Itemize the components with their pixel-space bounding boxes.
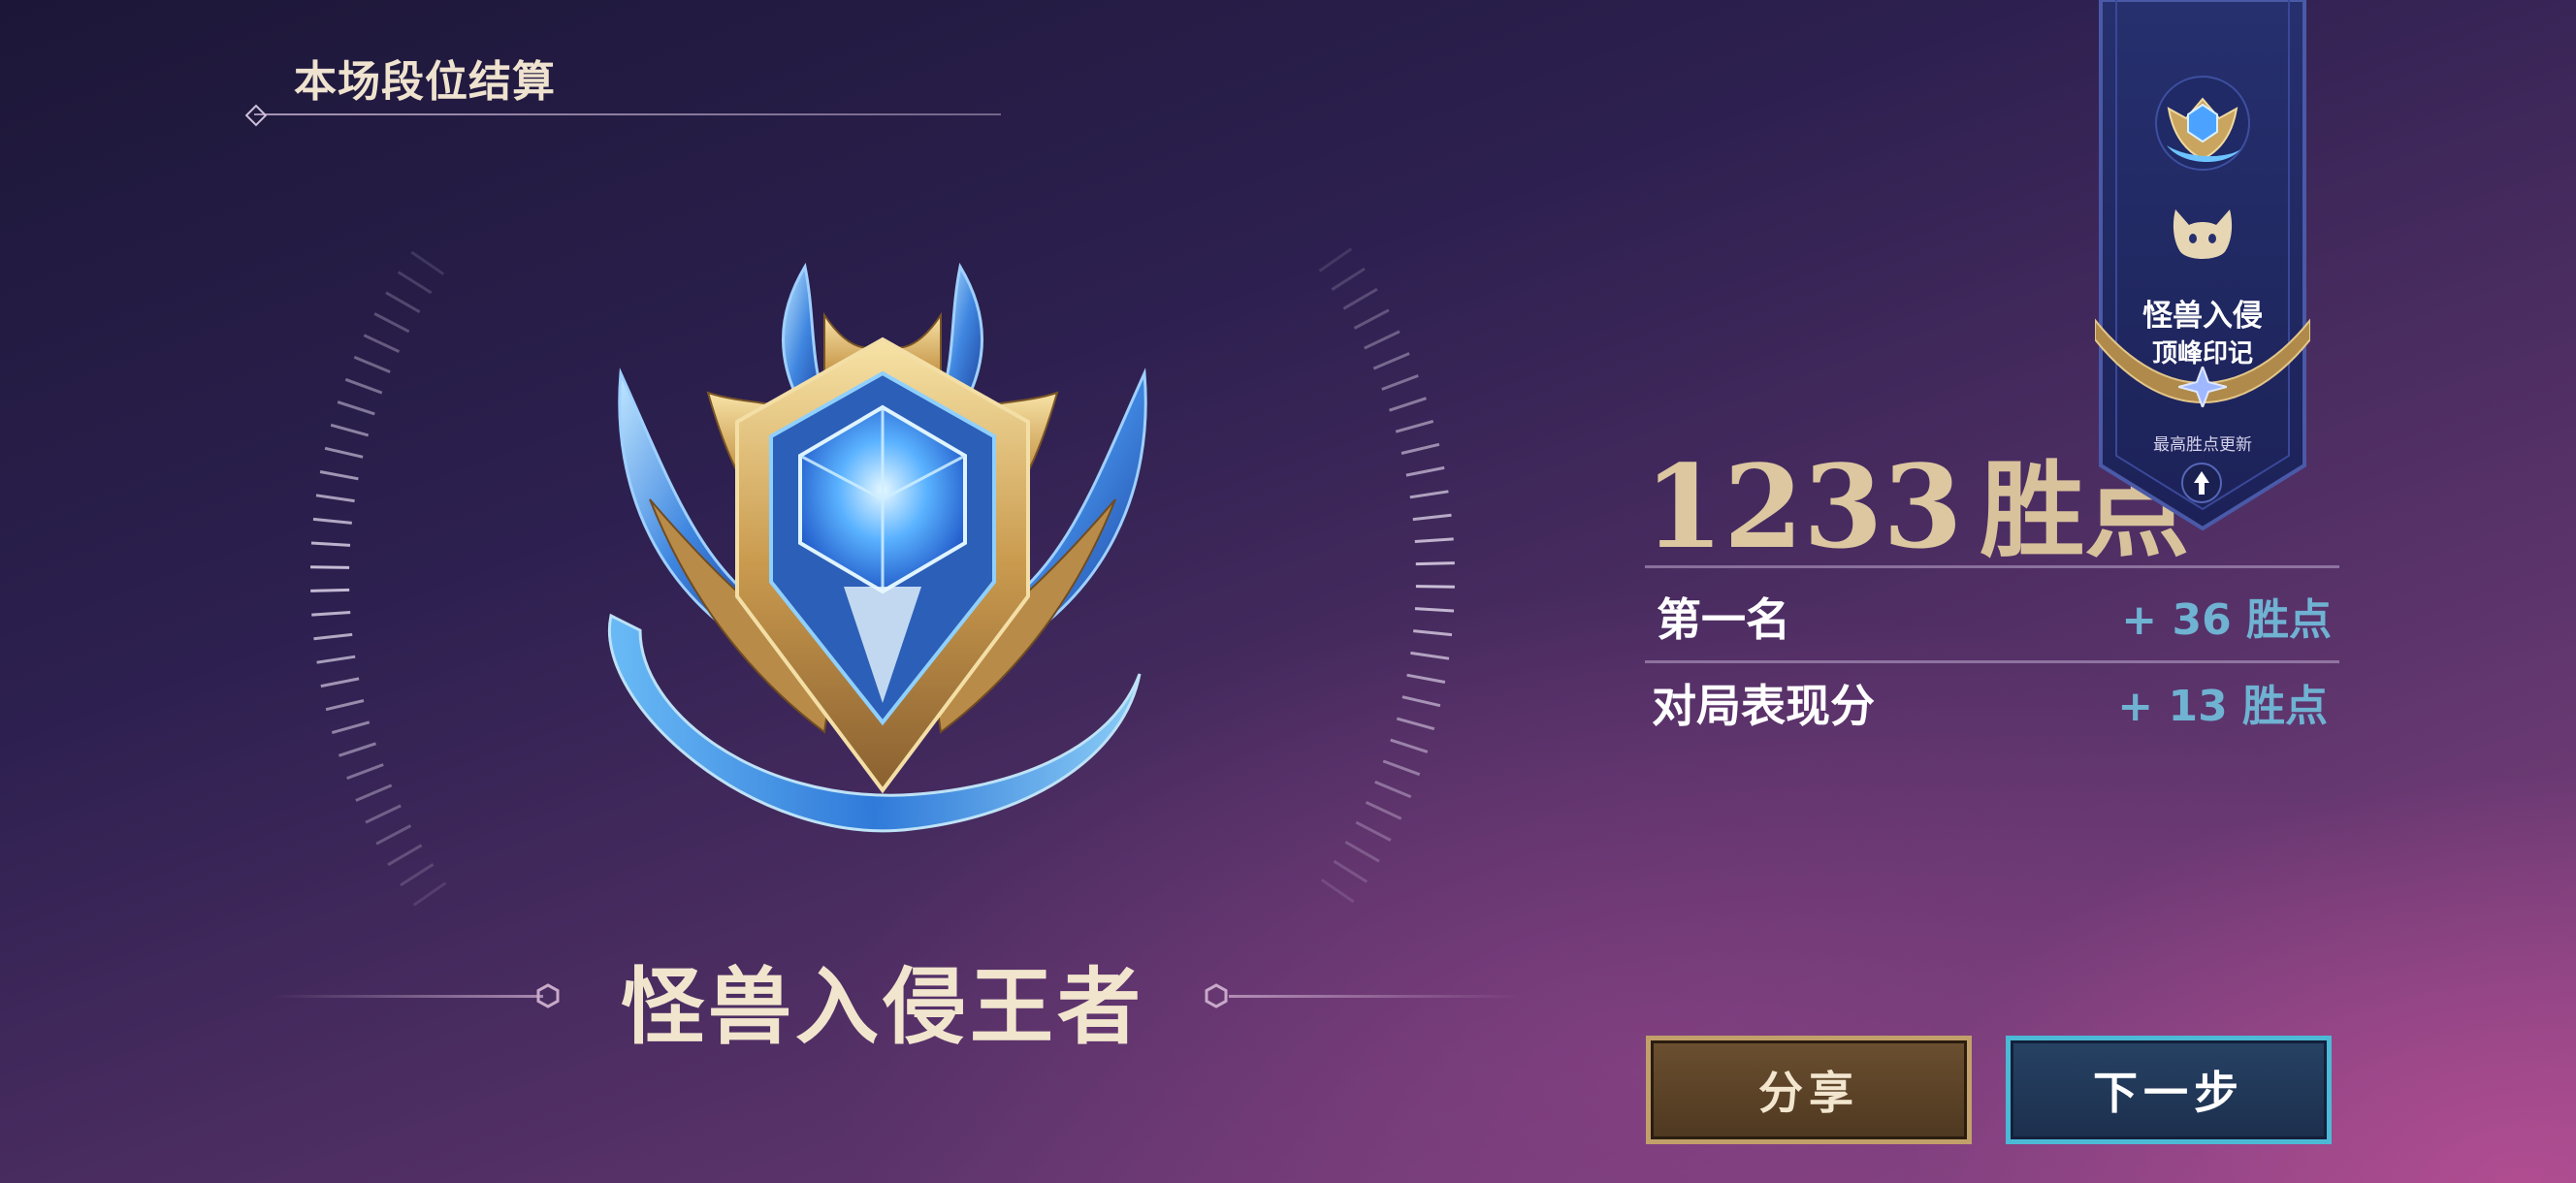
tick-mark (1414, 537, 1454, 543)
tick-mark (346, 763, 384, 781)
tick-mark (310, 541, 351, 547)
rank-emblem-icon (607, 262, 1147, 833)
tick-mark (310, 588, 350, 592)
tick-mark (387, 844, 423, 867)
tick-mark (311, 611, 351, 617)
tick-mark (412, 881, 447, 907)
tick-mark (325, 699, 365, 712)
tick-mark (397, 271, 433, 295)
tick-mark (320, 677, 360, 688)
tick-mark (1390, 738, 1429, 753)
tick-mark (310, 565, 350, 569)
tick-mark (1396, 717, 1435, 731)
tick-mark (338, 742, 376, 757)
rank-divider-left (272, 995, 543, 998)
tick-mark (315, 494, 355, 503)
tick-mark (373, 312, 410, 334)
tick-mark (1414, 607, 1455, 613)
hex-icon (1205, 983, 1228, 1008)
tick-mark (1395, 419, 1434, 433)
tick-mark (1412, 513, 1452, 522)
tick-mark (1415, 561, 1455, 566)
banner-title: 怪兽入侵 (2142, 299, 2263, 334)
breakdown-label-placement: 第一名 (1657, 593, 1790, 646)
breakdown-divider (1645, 660, 2339, 663)
tick-mark (1401, 695, 1441, 708)
tick-mark (1342, 287, 1378, 310)
tick-mark (330, 423, 370, 437)
tick-mark (1364, 330, 1401, 350)
tick-mark (1365, 801, 1402, 820)
tick-mark (1374, 781, 1412, 799)
tick-mark (385, 291, 421, 314)
rank-name: 怪兽入侵王者 (621, 959, 1144, 1056)
banner-subtitle: 顶峰印记 (2151, 339, 2253, 368)
tick-mark (410, 250, 445, 275)
tick-mark (355, 783, 393, 802)
breakdown-value-placement: + 36 胜点 (2121, 595, 2332, 645)
tick-mark (1355, 820, 1392, 842)
share-button[interactable]: 分享 (1646, 1036, 1972, 1144)
tick-mark (1382, 759, 1421, 777)
tick-mark (365, 804, 402, 824)
breakdown-label-performance: 对局表现分 (1652, 680, 1875, 732)
tick-mark (319, 470, 359, 481)
rank-divider-right (1229, 995, 1520, 998)
tick-mark (1405, 465, 1445, 477)
tick-mark (363, 334, 401, 353)
tick-mark (1409, 490, 1449, 499)
tick-mark (316, 655, 356, 664)
tick-mark (1320, 879, 1355, 904)
points-value: 1233 (1644, 439, 1963, 574)
tick-mark (1401, 442, 1440, 455)
tick-mark (1353, 308, 1390, 330)
tick-mark (375, 824, 412, 846)
tick-mark (1406, 673, 1446, 684)
tick-mark (1372, 352, 1410, 370)
tick-mark (1318, 247, 1353, 272)
star-icon (2178, 367, 2227, 407)
tick-mark (313, 632, 353, 641)
points-divider (1645, 565, 2339, 568)
tick-mark (353, 355, 391, 373)
tick-mark (337, 400, 375, 416)
tick-mark (1331, 267, 1366, 291)
next-step-button[interactable]: 下一步 (2006, 1036, 2332, 1144)
tick-mark (1413, 629, 1453, 637)
up-arrow-icon (2181, 463, 2222, 503)
banner-update-text: 最高胜点更新 (2153, 435, 2252, 455)
tick-mark (400, 863, 435, 887)
hex-icon (536, 983, 560, 1008)
tick-mark (312, 517, 352, 525)
monster-icon (2173, 209, 2233, 259)
tick-mark (331, 720, 370, 735)
mini-rank-emblem-icon (2155, 76, 2250, 171)
tick-mark (1381, 373, 1419, 391)
tick-mark (324, 446, 364, 459)
tick-mark (1344, 840, 1380, 863)
tick-mark (1389, 397, 1427, 412)
tick-mark (1333, 859, 1368, 883)
tick-mark (344, 377, 383, 395)
tick-mark (1415, 585, 1455, 589)
tick-mark (1410, 651, 1450, 660)
breakdown-value-performance: + 13 胜点 (2117, 682, 2328, 731)
